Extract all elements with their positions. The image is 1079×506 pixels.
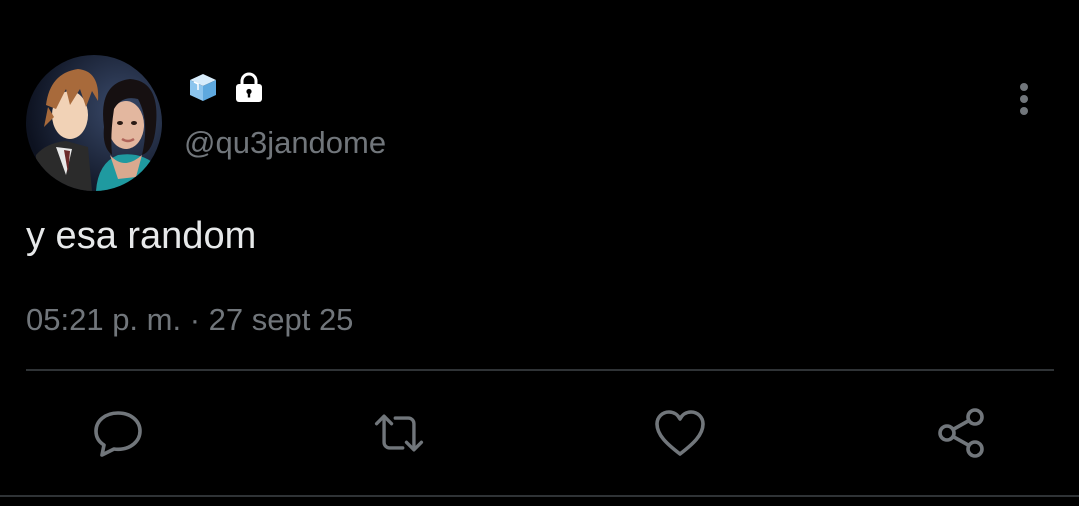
reply-button[interactable] — [90, 405, 146, 461]
ice-cube-emoji — [190, 74, 216, 101]
tweet-timestamp[interactable]: 05:21 p. m. · 27 sept 25 — [26, 300, 353, 340]
divider — [26, 369, 1054, 371]
reply-icon — [94, 411, 142, 457]
retweet-button[interactable] — [371, 405, 427, 461]
more-options-button[interactable] — [1008, 80, 1040, 118]
tweet-detail: @qu3jandome y esa random 05:21 p. m. · 2… — [0, 0, 1079, 506]
bottom-divider — [0, 495, 1079, 497]
display-name[interactable] — [186, 70, 266, 104]
user-handle[interactable]: @qu3jandome — [184, 124, 386, 162]
retweet-icon — [374, 414, 424, 452]
lock-icon — [236, 72, 262, 102]
more-vertical-icon — [1020, 83, 1028, 115]
like-button[interactable] — [652, 405, 708, 461]
share-button[interactable] — [934, 405, 990, 461]
tweet-text: y esa random — [26, 215, 257, 257]
avatar[interactable] — [26, 55, 162, 191]
share-icon — [938, 408, 984, 458]
heart-icon — [655, 410, 705, 456]
